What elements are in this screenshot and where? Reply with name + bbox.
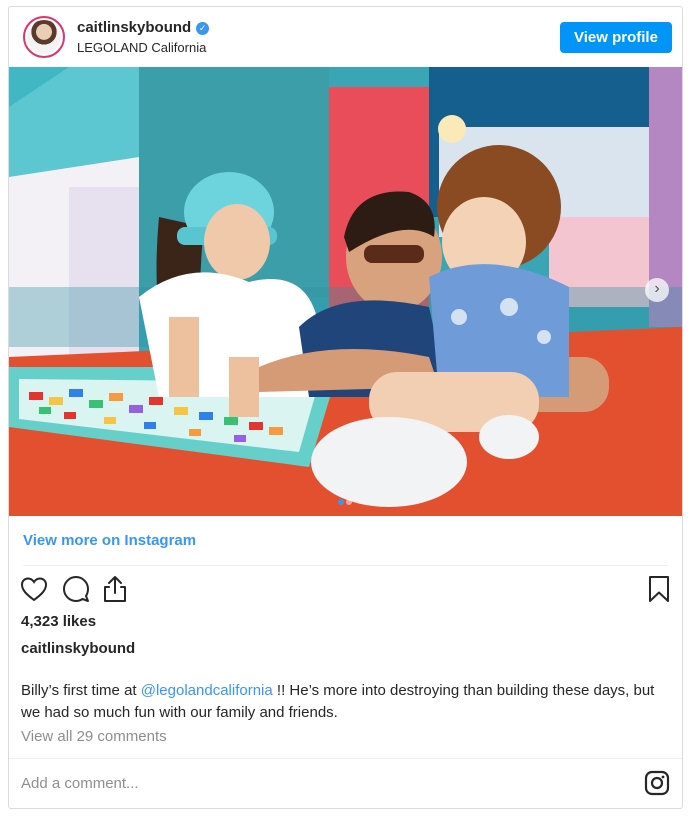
instagram-embed-card: caitlinskybound ✓ LEGOLAND California Vie… [8, 6, 683, 809]
chevron-right-icon: › [654, 280, 660, 297]
post-header: caitlinskybound ✓ LEGOLAND California Vie… [9, 7, 682, 67]
verified-badge-icon: ✓ [196, 22, 210, 35]
carousel-dot [338, 499, 344, 505]
heart-icon[interactable] [19, 574, 49, 604]
post-photo[interactable]: › [9, 67, 682, 516]
action-bar [9, 572, 682, 612]
avatar-image [27, 20, 61, 54]
view-more-link[interactable]: View more on Instagram [23, 532, 196, 549]
post-location[interactable]: LEGOLAND California [77, 40, 206, 55]
add-comment-field[interactable]: Add a comment... [21, 775, 139, 792]
instagram-icon[interactable] [644, 770, 670, 796]
post-username[interactable]: caitlinskybound ✓ [77, 19, 210, 36]
avatar[interactable] [23, 16, 65, 58]
caption-mention-link[interactable]: @legolandcalifornia [141, 682, 273, 699]
view-all-comments-link[interactable]: View all 29 comments [21, 728, 167, 745]
share-icon[interactable] [100, 574, 130, 604]
divider [23, 565, 668, 566]
caption-username[interactable]: caitlinskybound [21, 640, 135, 657]
like-count[interactable]: 4,323 likes [21, 613, 96, 630]
caption-text-start: Billy’s first time at [21, 682, 141, 699]
divider [9, 758, 682, 759]
photo-illustration [9, 67, 682, 516]
carousel-dots [337, 492, 353, 505]
username-text[interactable]: caitlinskybound [77, 19, 191, 36]
comment-icon[interactable] [61, 574, 91, 604]
carousel-next-button[interactable]: › [645, 278, 669, 302]
post-caption: Billy’s first time at @legolandcaliforni… [21, 680, 671, 724]
carousel-dot [346, 499, 352, 505]
view-profile-button[interactable]: View profile [560, 22, 672, 53]
bookmark-icon[interactable] [644, 574, 674, 604]
